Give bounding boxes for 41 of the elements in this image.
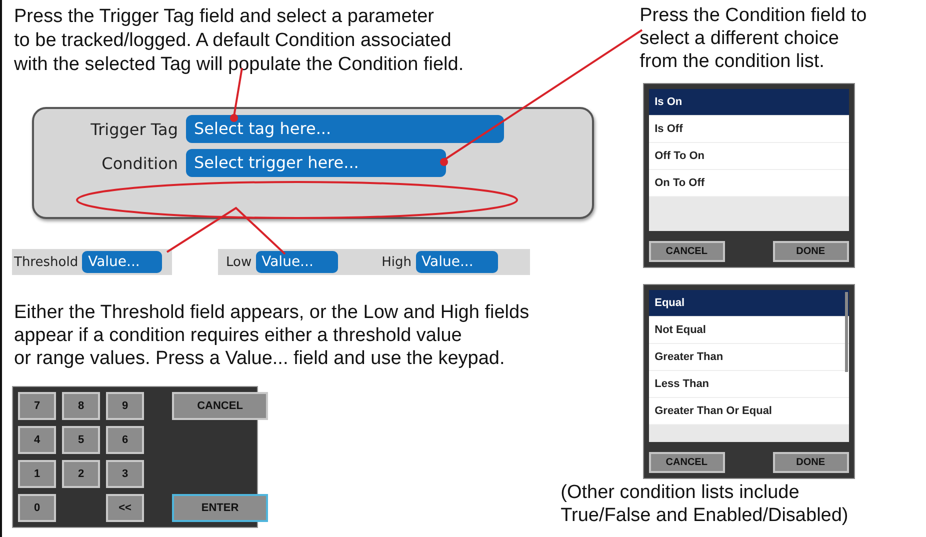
field-label: Trigger Tag (90, 120, 178, 138)
instruction-text: Either the Threshold field appears, or the Low and High fields appear if a condition requires either a threshold value or range values. Press a Value... field and use the keypad. (14, 301, 530, 370)
keypad-key[interactable]: 6 (106, 426, 144, 454)
keypad-key[interactable]: 3 (106, 460, 144, 488)
caption-text: (Other condition lists include True/False and Enabled/Disabled) (560, 481, 850, 527)
keypad-key[interactable]: 7 (18, 392, 56, 420)
dialog-button[interactable]: DONE (772, 241, 849, 262)
dialog-button[interactable]: CANCEL (648, 452, 725, 473)
keypad-key[interactable]: 4 (18, 426, 56, 454)
field-label: High (380, 254, 412, 270)
dialog-button[interactable]: CANCEL (648, 241, 725, 262)
scrollbar[interactable] (844, 292, 848, 372)
instruction-text: Press the Trigger Tag field and select a parameter to be tracked/logged. A default Condition associated with the selected Tag will populate the Condition field. (14, 5, 465, 77)
value-field[interactable]: Value... (416, 251, 498, 273)
keypad-key[interactable]: << (106, 494, 144, 522)
list-item[interactable]: Greater Than Or Equal (648, 398, 849, 425)
keypad-key[interactable]: 0 (18, 494, 56, 522)
list-item[interactable]: On To Off (648, 170, 849, 197)
value-field[interactable]: Value... (256, 251, 338, 273)
keypad-key[interactable]: 2 (62, 460, 100, 488)
keypad-key[interactable]: 8 (62, 392, 100, 420)
select-field[interactable]: Select trigger here... (186, 149, 446, 177)
value-field[interactable]: Value... (82, 251, 162, 273)
select-field[interactable]: Select tag here... (186, 115, 504, 143)
field-label: Threshold (13, 254, 80, 270)
list-item[interactable]: Greater Than (648, 344, 849, 371)
keypad-action-button[interactable]: CANCEL (172, 392, 268, 420)
list-item[interactable]: Is Off (648, 116, 849, 143)
list-item[interactable]: Equal (648, 290, 849, 317)
keypad-key[interactable]: 5 (62, 426, 100, 454)
keypad-key[interactable]: 9 (106, 392, 144, 420)
keypad-key[interactable]: 1 (18, 460, 56, 488)
list-item[interactable]: Is On (648, 89, 849, 116)
keypad-action-button[interactable]: ENTER (172, 494, 268, 522)
list-item[interactable]: Less Than (648, 371, 849, 398)
list-item[interactable]: Not Equal (648, 317, 849, 344)
field-label: Low (225, 254, 253, 270)
field-label: Condition (100, 154, 178, 172)
dialog-button[interactable]: DONE (772, 452, 849, 473)
instruction-text: Press the Condition field to select a different choice from the condition list. (640, 4, 868, 73)
list-item[interactable]: Off To On (648, 143, 849, 170)
